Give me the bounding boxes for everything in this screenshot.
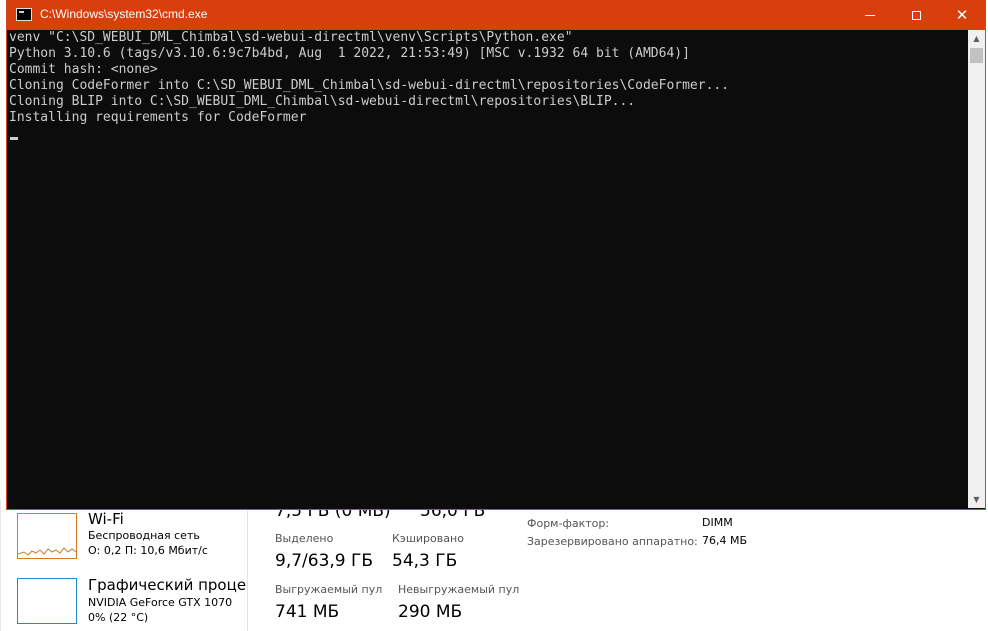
close-icon: ✕ <box>955 6 969 24</box>
wifi-stats: О: 0,2 П: 10,6 Мбит/с <box>88 544 208 557</box>
console-output[interactable]: venv "C:\SD_WEBUI_DML_Chimbal\sd-webui-d… <box>8 30 967 508</box>
form-factor-label: Форм-фактор: <box>527 517 610 530</box>
console-line: Installing requirements for CodeFormer <box>9 110 307 125</box>
vertical-scrollbar[interactable]: ▲ ▼ <box>968 30 985 508</box>
title-bar[interactable]: C:\Windows\system32\cmd.exe ✕ <box>7 0 985 30</box>
window-title: C:\Windows\system32\cmd.exe <box>40 7 208 21</box>
maximize-icon <box>911 10 921 20</box>
text-cursor <box>10 137 18 140</box>
wifi-graph-line <box>17 547 77 556</box>
gpu-mini-graph <box>17 578 77 624</box>
console-line: Cloning BLIP into C:\SD_WEBUI_DML_Chimba… <box>9 94 636 109</box>
scrollbar-thumb[interactable] <box>970 48 983 63</box>
wifi-title: Wi-Fi <box>88 510 124 528</box>
hardware-reserved-label: Зарезервировано аппаратно: <box>527 535 698 548</box>
wifi-subtitle: Беспроводная сеть <box>88 529 200 542</box>
gpu-title: Графический процессор <box>88 576 247 594</box>
task-manager-left-edge <box>0 500 1 631</box>
committed-label: Выделено <box>275 532 334 545</box>
minimize-button[interactable] <box>847 0 893 30</box>
paged-pool-value: 741 МБ <box>275 602 340 622</box>
committed-value: 9,7/63,9 ГБ <box>275 551 374 571</box>
scroll-down-arrow-icon[interactable]: ▼ <box>968 491 985 508</box>
wifi-mini-graph <box>17 513 77 559</box>
console-line: Commit hash: <none> <box>9 62 158 77</box>
cached-value: 54,3 ГБ <box>392 551 458 571</box>
nonpaged-pool-value: 290 МБ <box>398 602 463 622</box>
scroll-up-arrow-icon[interactable]: ▲ <box>968 30 985 47</box>
gpu-subtitle: NVIDIA GeForce GTX 1070 <box>88 596 233 609</box>
gpu-stats: 0% (22 °C) <box>88 611 149 624</box>
form-factor-value: DIMM <box>702 516 733 529</box>
paged-pool-label: Выгружаемый пул <box>275 583 383 596</box>
console-line: venv "C:\SD_WEBUI_DML_Chimbal\sd-webui-d… <box>9 30 573 45</box>
cached-label: Кэшировано <box>392 532 464 545</box>
close-button[interactable]: ✕ <box>939 0 985 30</box>
cmd-app-icon[interactable] <box>16 8 32 21</box>
maximize-button[interactable] <box>893 0 939 30</box>
nonpaged-pool-label: Невыгружаемый пул <box>398 583 520 596</box>
console-line: Cloning CodeFormer into C:\SD_WEBUI_DML_… <box>9 78 730 93</box>
hardware-reserved-value: 76,4 МБ <box>702 534 748 547</box>
task-manager-panel-divider <box>247 500 248 631</box>
minimize-icon <box>865 14 875 16</box>
cmd-window[interactable]: C:\Windows\system32\cmd.exe ✕ venv "C:\S… <box>6 0 986 510</box>
console-line: Python 3.10.6 (tags/v3.10.6:9c7b4bd, Aug… <box>9 46 690 61</box>
